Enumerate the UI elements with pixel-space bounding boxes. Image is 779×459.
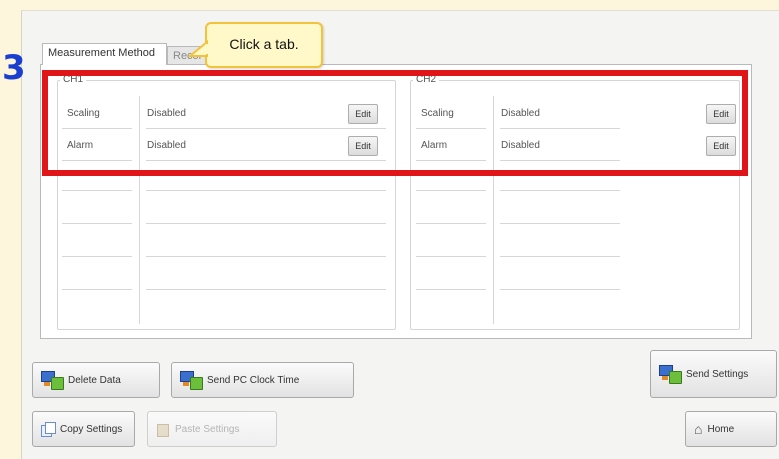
copy-icon [41,422,56,437]
send-pc-clock-time-label: Send PC Clock Time [207,374,300,386]
home-button[interactable]: ⌂ Home [685,411,777,447]
ch2-empty-row [500,289,620,290]
home-label: Home [707,423,735,435]
copy-settings-button[interactable]: Copy Settings [32,411,135,447]
send-settings-button[interactable]: Send Settings [650,350,777,398]
ch2-empty-row [416,289,486,290]
paste-settings-button[interactable]: Paste Settings [147,411,277,447]
ch2-empty-row [416,223,486,224]
callout-text: Click a tab. [229,36,299,52]
tab-measurement-method[interactable]: Measurement Method [42,43,167,65]
copy-settings-label: Copy Settings [60,423,123,435]
send-settings-label: Send Settings [686,368,749,380]
ch2-empty-row [416,190,486,191]
home-icon: ⌂ [694,421,703,437]
ch1-empty-row [62,256,132,257]
callout-pointer [188,40,209,57]
ch1-empty-row [146,289,386,290]
ch1-empty-row [146,256,386,257]
ch2-empty-row [500,190,620,191]
paste-icon [156,422,170,437]
step-number: 3 [2,48,26,88]
delete-data-label: Delete Data [68,374,121,386]
pc-logger-icon [180,371,203,390]
ch1-empty-row [62,223,132,224]
highlight-box [42,70,748,176]
ch2-empty-row [500,223,620,224]
pc-logger-icon [659,365,682,384]
ch1-empty-row [146,223,386,224]
ch1-empty-row [62,289,132,290]
ch1-empty-row [62,190,132,191]
ch1-empty-row [146,190,386,191]
ch2-empty-row [416,256,486,257]
pc-logger-icon [41,371,64,390]
send-pc-clock-time-button[interactable]: Send PC Clock Time [171,362,354,398]
paste-settings-label: Paste Settings [175,423,240,435]
delete-data-button[interactable]: Delete Data [32,362,160,398]
callout-bubble: Click a tab. [205,22,323,68]
ch2-empty-row [500,256,620,257]
